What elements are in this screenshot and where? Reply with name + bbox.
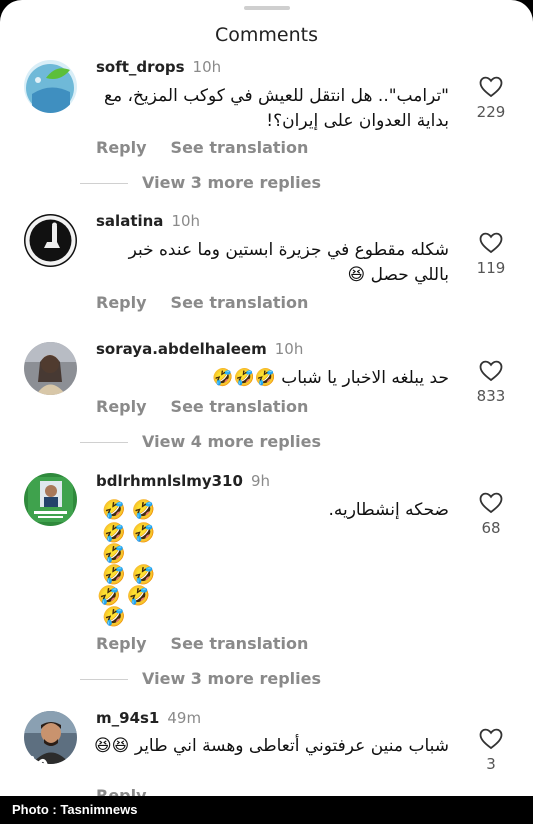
comment-text: شباب منين عرفتوني أتعاطى وهسة اني طاير 😆… xyxy=(89,734,449,759)
like-count: 3 xyxy=(486,755,496,773)
comment-text: شكله مقطوع في جزيرة ابستين وما عنده خبر … xyxy=(89,238,449,288)
like-control[interactable]: 119 xyxy=(468,232,514,277)
like-control[interactable]: 3 xyxy=(468,728,514,773)
emoji-line: 🤣 🤣 xyxy=(102,498,155,522)
emoji-line: 🤣 xyxy=(102,605,126,629)
comment-actions: Reply See translation xyxy=(96,634,332,653)
avatar[interactable] xyxy=(24,473,77,526)
comment-actions: Reply See translation xyxy=(96,138,332,157)
comment-username[interactable]: soraya.abdelhaleem 10h xyxy=(96,340,303,358)
see-translation-button[interactable]: See translation xyxy=(171,634,309,653)
comment-actions: Reply xyxy=(96,786,171,796)
see-translation-button[interactable]: See translation xyxy=(171,397,309,416)
laugh-emoji: 😆 xyxy=(347,265,366,285)
reply-button[interactable]: Reply xyxy=(96,293,147,312)
see-translation-button[interactable]: See translation xyxy=(171,138,309,157)
view-more-replies-label[interactable]: View 3 more replies xyxy=(142,173,321,192)
laugh-emoji: 🤣 xyxy=(102,606,126,628)
avatar[interactable] xyxy=(24,342,77,395)
comment-time: 10h xyxy=(192,58,222,76)
drag-handle[interactable] xyxy=(244,6,290,10)
heart-outline-icon[interactable] xyxy=(479,76,503,98)
comment-time: 10h xyxy=(171,212,201,230)
comment-time: 49m xyxy=(167,709,202,727)
laugh-emoji: 🤣 xyxy=(97,585,121,607)
like-control[interactable]: 229 xyxy=(468,76,514,121)
comment-time: 10h xyxy=(274,340,304,358)
view-more-replies[interactable]: View 3 more replies xyxy=(80,669,321,688)
avatar[interactable] xyxy=(24,214,77,267)
like-count: 119 xyxy=(476,259,506,277)
laugh-emoji: 🤣 xyxy=(233,368,255,388)
comment-username[interactable]: soft_drops 10h xyxy=(96,58,221,76)
heart-outline-icon[interactable] xyxy=(479,360,503,382)
reply-button[interactable]: Reply xyxy=(96,397,147,416)
comment-username[interactable]: m_94s1 49m xyxy=(96,709,201,727)
username-text[interactable]: soft_drops xyxy=(96,58,185,76)
replies-divider xyxy=(80,442,128,443)
view-more-replies[interactable]: View 4 more replies xyxy=(80,432,321,451)
comment-text: "ترامب".. هل انتقل للعيش في كوكب المزيخ،… xyxy=(103,86,449,131)
like-count: 229 xyxy=(476,103,506,121)
like-control[interactable]: 833 xyxy=(468,360,514,405)
comment-text-content: شباب منين عرفتوني أتعاطى وهسة اني طاير xyxy=(134,736,449,756)
laugh-emoji: 🤣 xyxy=(102,543,126,565)
photo-credit-bar: Photo : Tasnimnews xyxy=(0,796,533,824)
laugh-emoji: 🤣 xyxy=(131,564,156,586)
laugh-emoji: 😆 xyxy=(93,736,112,756)
laugh-emoji: 🤣 xyxy=(131,522,156,544)
comments-sheet: Comments soft_drops 10h "ترامب".. هل انتق… xyxy=(0,0,533,796)
comment-text-content: شكله مقطوع في جزيرة ابستين وما عنده خبر … xyxy=(128,240,449,285)
replies-divider xyxy=(80,679,128,680)
reply-button[interactable]: Reply xyxy=(96,634,147,653)
laugh-emoji: 🤣 xyxy=(126,585,151,607)
replies-divider xyxy=(80,183,128,184)
like-count: 833 xyxy=(476,387,506,405)
comment-time: 9h xyxy=(250,472,270,490)
comment-username[interactable]: salatina 10h xyxy=(96,212,200,230)
comment-username[interactable]: bdlrhmnlslmy310 9h xyxy=(96,472,270,490)
comment-actions: Reply See translation xyxy=(96,293,332,312)
laugh-emoji: 🤣 xyxy=(131,499,156,521)
view-more-replies[interactable]: View 3 more replies xyxy=(80,173,321,192)
reply-button[interactable]: Reply xyxy=(96,786,147,796)
avatar[interactable] xyxy=(24,60,77,113)
sheet-title: Comments xyxy=(215,24,318,46)
username-text[interactable]: soraya.abdelhaleem xyxy=(96,340,267,358)
view-more-replies-label[interactable]: View 4 more replies xyxy=(142,432,321,451)
like-count: 68 xyxy=(481,519,501,537)
heart-outline-icon[interactable] xyxy=(479,728,503,750)
comment-actions: Reply See translation xyxy=(96,397,332,416)
laugh-emoji: 🤣 xyxy=(102,564,126,586)
photo-credit: Photo : Tasnimnews xyxy=(12,802,138,817)
laugh-emoji: 🤣 xyxy=(102,499,126,521)
laugh-emoji: 🤣 xyxy=(102,522,126,544)
laugh-emoji: 🤣 xyxy=(254,368,276,388)
comment-text-content: حد يبلغه الاخبار يا شباب xyxy=(281,368,449,388)
like-control[interactable]: 68 xyxy=(468,492,514,537)
laugh-emoji: 🤣 xyxy=(212,368,234,388)
reply-button[interactable]: Reply xyxy=(96,138,147,157)
comment-text: حد يبلغه الاخبار يا شباب 🤣🤣🤣 xyxy=(89,366,449,391)
heart-outline-icon[interactable] xyxy=(479,232,503,254)
laugh-emoji: 😆 xyxy=(111,736,130,756)
see-translation-button[interactable]: See translation xyxy=(171,293,309,312)
username-text[interactable]: salatina xyxy=(96,212,163,230)
view-more-replies-label[interactable]: View 3 more replies xyxy=(142,669,321,688)
heart-outline-icon[interactable] xyxy=(479,492,503,514)
tasnim-logo-watermark xyxy=(12,756,48,782)
username-text[interactable]: m_94s1 xyxy=(96,709,159,727)
username-text[interactable]: bdlrhmnlslmy310 xyxy=(96,472,243,490)
